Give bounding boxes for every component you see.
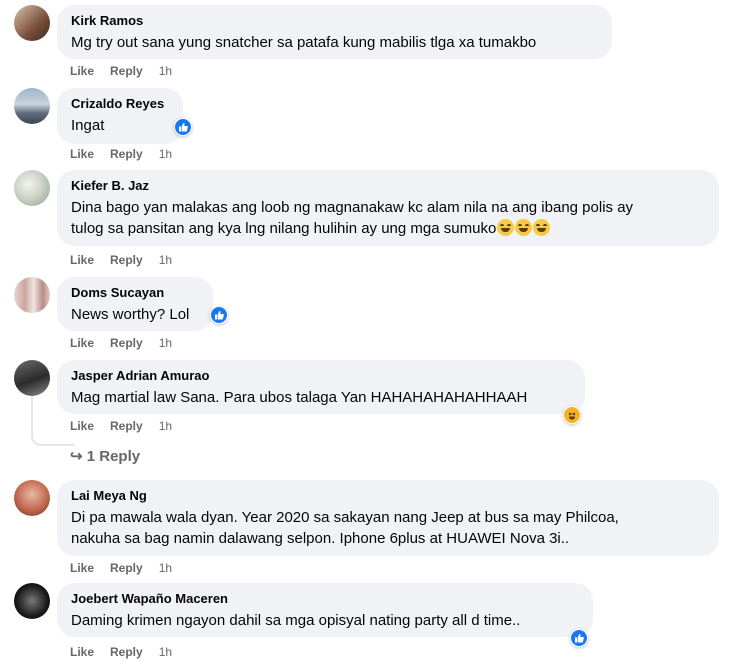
avatar[interactable] <box>14 170 50 206</box>
comment-author[interactable]: Kiefer B. Jaz <box>71 178 705 194</box>
comment-actions: Like Reply 1h <box>70 560 172 576</box>
comment-bubble: Kirk Ramos Mg try out sana yung snatcher… <box>57 5 612 59</box>
comment-author[interactable]: Jasper Adrian Amurao <box>71 368 571 384</box>
comment-text: Mg try out sana yung snatcher sa patafa … <box>71 34 537 51</box>
timestamp[interactable]: 1h <box>159 64 172 78</box>
reply-button[interactable]: Reply <box>110 253 143 267</box>
like-button[interactable]: Like <box>70 645 94 659</box>
comment-actions: Like Reply 1h <box>70 146 172 162</box>
comment-text-line-1: Di pa mawala wala dyan. Year 2020 sa sak… <box>71 509 619 526</box>
like-reaction-icon[interactable] <box>210 306 228 324</box>
comment-author[interactable]: Joebert Wapaño Maceren <box>71 591 579 607</box>
avatar[interactable] <box>14 277 50 313</box>
avatar[interactable] <box>14 88 50 124</box>
avatar[interactable] <box>14 480 50 516</box>
comment-actions: Like Reply 1h <box>70 252 172 268</box>
comment-bubble: Jasper Adrian Amurao Mag martial law San… <box>57 360 585 414</box>
like-button[interactable]: Like <box>70 147 94 161</box>
timestamp[interactable]: 1h <box>159 147 172 161</box>
reply-button[interactable]: Reply <box>110 645 143 659</box>
comment-author[interactable]: Doms Sucayan <box>71 285 199 301</box>
thread-connector-line <box>31 396 75 446</box>
comment-author[interactable]: Crizaldo Reyes <box>71 96 169 112</box>
timestamp[interactable]: 1h <box>159 419 172 433</box>
comment-author[interactable]: Kirk Ramos <box>71 13 598 29</box>
reply-button[interactable]: Reply <box>110 336 143 350</box>
comment-actions: Like Reply 1h <box>70 418 172 434</box>
comment-text-line-1: Dina bago yan malakas ang loob ng magnan… <box>71 199 634 216</box>
timestamp[interactable]: 1h <box>159 561 172 575</box>
comment-actions: Like Reply 1h <box>70 335 172 351</box>
reply-button[interactable]: Reply <box>110 561 143 575</box>
view-replies-link[interactable]: ↪ 1 Reply <box>70 447 140 465</box>
avatar[interactable] <box>14 5 50 41</box>
view-replies-label: 1 Reply <box>86 448 141 465</box>
reply-button[interactable]: Reply <box>110 147 143 161</box>
like-button[interactable]: Like <box>70 253 94 267</box>
comment-text: Daming krimen ngayon dahil sa mga opisya… <box>71 612 521 629</box>
laughing-emoji <box>515 219 533 236</box>
like-button[interactable]: Like <box>70 64 94 78</box>
comment-text-line-2: nakuha sa bag namin dalawang selpon. Iph… <box>71 530 570 547</box>
comment-text-line-2: tulog sa pansitan ang kya lng nilang hul… <box>71 218 705 239</box>
laughing-emoji <box>497 219 515 236</box>
like-reaction-icon[interactable] <box>174 118 192 136</box>
avatar[interactable] <box>14 583 50 619</box>
haha-reaction-icon[interactable] <box>563 406 581 424</box>
comment-bubble: Joebert Wapaño Maceren Daming krimen nga… <box>57 583 593 637</box>
laughing-emoji <box>533 219 551 236</box>
comment-bubble: Kiefer B. Jaz Dina bago yan malakas ang … <box>57 170 719 246</box>
timestamp[interactable]: 1h <box>159 645 172 659</box>
like-reaction-icon[interactable] <box>570 629 588 647</box>
timestamp[interactable]: 1h <box>159 336 172 350</box>
like-button[interactable]: Like <box>70 336 94 350</box>
comment-text: Ingat <box>71 117 105 134</box>
comment-bubble: Lai Meya Ng Di pa mawala wala dyan. Year… <box>57 480 719 556</box>
comment-text: News worthy? Lol <box>71 306 190 323</box>
comment-actions: Like Reply 1h <box>70 644 172 660</box>
reply-button[interactable]: Reply <box>110 419 143 433</box>
comment-text: Mag martial law Sana. Para ubos talaga Y… <box>71 389 528 406</box>
avatar[interactable] <box>14 360 50 396</box>
timestamp[interactable]: 1h <box>159 253 172 267</box>
like-button[interactable]: Like <box>70 561 94 575</box>
comment-bubble: Crizaldo Reyes Ingat <box>57 88 183 144</box>
comment-author[interactable]: Lai Meya Ng <box>71 488 705 504</box>
reply-arrow-icon: ↪ <box>70 448 83 465</box>
reply-button[interactable]: Reply <box>110 64 143 78</box>
comment-actions: Like Reply 1h <box>70 63 172 79</box>
comment-bubble: Doms Sucayan News worthy? Lol <box>57 277 213 331</box>
